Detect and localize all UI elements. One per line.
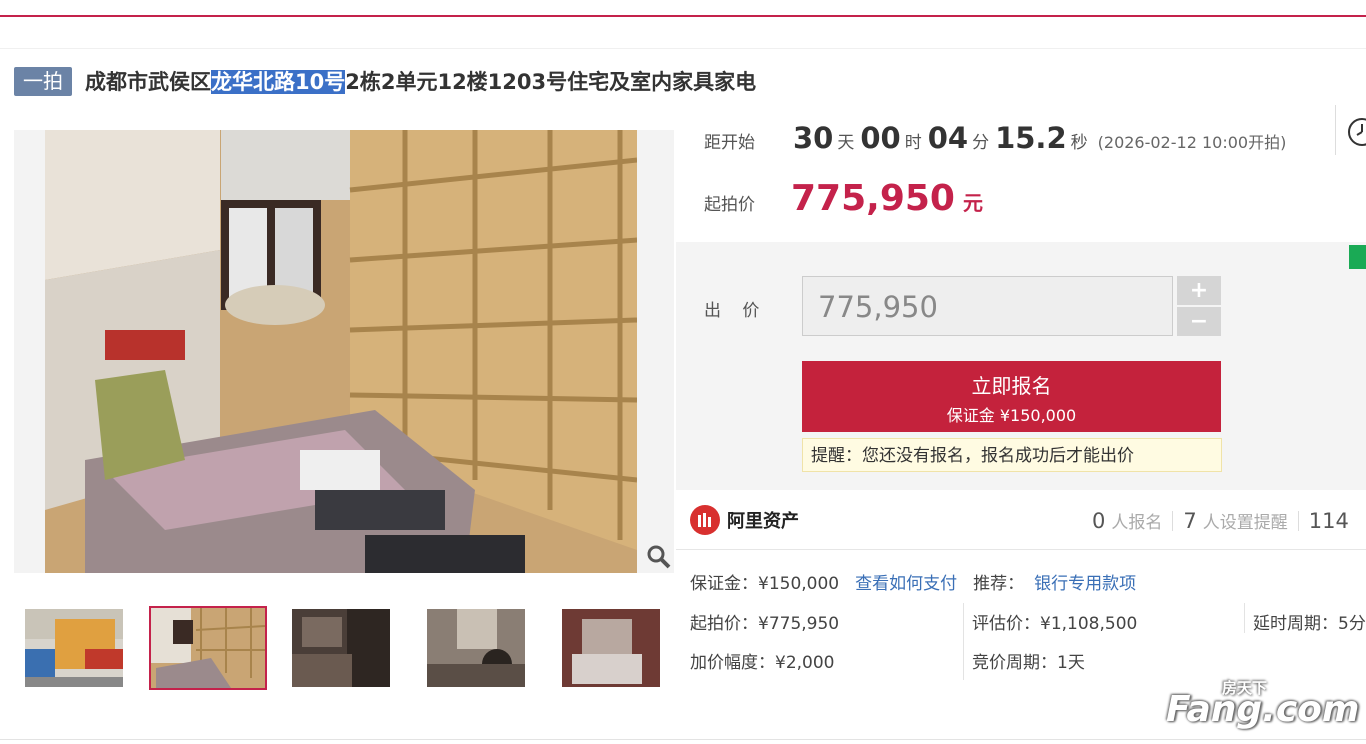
detail-bid-increment: 加价幅度：¥2,000 <box>690 653 835 673</box>
minutes-unit: 分 <box>972 133 990 153</box>
auction-round-badge: 一拍 <box>14 66 72 96</box>
fang-watermark: 房天下 Fang.com <box>1166 677 1359 735</box>
countdown-row: 距开始 30 天 00 时 04 分 15.2 秒 (2026-02-12 10… <box>704 121 1286 161</box>
title-prefix: 成都市武侯区 <box>85 70 211 94</box>
platform-name: 阿里资产 <box>727 511 799 532</box>
thumbnail-2-selected[interactable] <box>149 606 267 690</box>
title-suffix: 2栋2单元12楼1203号住宅及室内家具家电 <box>345 70 757 94</box>
bid-amount-input[interactable]: 775,950 <box>802 276 1173 336</box>
bank-account-link[interactable]: 银行专用款项 <box>1034 574 1136 594</box>
listing-title-bar: 一拍 成都市武侯区龙华北路10号2栋2单元12楼1203号住宅及室内家具家电 <box>14 64 756 98</box>
countdown-seconds: 15.2 <box>995 121 1067 155</box>
start-price-value: 775,950 <box>791 178 955 219</box>
street-photo-thumb <box>25 609 123 687</box>
registration-reminder: 提醒：您还没有报名，报名成功后才能出价 <box>802 438 1222 472</box>
room-photo-thumb <box>151 608 265 688</box>
auction-stats: 0 人报名 7 人设置提醒 114 <box>1092 508 1349 533</box>
deposit-text: 保证金：¥150,000 <box>690 574 840 594</box>
countdown-days: 30 <box>793 121 834 155</box>
start-price-label: 起拍价 <box>704 195 755 215</box>
detail-appraisal-price: 评估价：¥1,108,500 <box>972 614 1138 634</box>
bedroom-photo-thumb <box>427 609 525 687</box>
bid-label: 出 价 <box>704 301 768 321</box>
clock-icon[interactable] <box>1346 115 1366 149</box>
register-button-label: 立即报名 <box>971 374 1052 398</box>
platform-brand[interactable]: 阿里资产 <box>690 505 799 535</box>
stats-divider-line <box>676 549 1366 550</box>
deposit-info: 保证金：¥150,000 查看如何支付 推荐： 银行专用款项 <box>690 569 1136 594</box>
green-side-tag[interactable] <box>1349 245 1366 269</box>
detail-start-price: 起拍价：¥775,950 <box>690 614 840 634</box>
listing-title: 成都市武侯区龙华北路10号2栋2单元12楼1203号住宅及室内家具家电 <box>85 66 756 96</box>
clock-divider <box>1335 105 1366 155</box>
detail-delay-period: 延时周期：5分 <box>1253 614 1366 634</box>
zoom-icon[interactable] <box>645 543 673 571</box>
room-photo <box>45 130 637 573</box>
registered-count: 0 <box>1092 509 1106 533</box>
start-price-unit: 元 <box>962 191 983 215</box>
reminder-label: 人设置提醒 <box>1202 513 1288 533</box>
countdown-minutes: 04 <box>927 121 969 155</box>
watermark-logo-text: Fang.com <box>1166 689 1360 730</box>
thumbnail-1[interactable] <box>25 609 123 687</box>
seconds-unit: 秒 <box>1070 133 1088 153</box>
stats-divider <box>1172 510 1174 531</box>
hours-unit: 时 <box>904 133 922 153</box>
stats-divider <box>1297 510 1299 531</box>
recommend-label: 推荐： <box>973 574 1025 594</box>
room2-photo-thumb <box>562 609 660 687</box>
kitchen-photo-thumb <box>292 609 390 687</box>
main-photo-viewer[interactable] <box>14 130 674 573</box>
registered-label: 人报名 <box>1111 513 1163 533</box>
thumbnail-3[interactable] <box>292 609 390 687</box>
ali-logo-mark <box>698 513 711 527</box>
detail-column-divider <box>963 603 964 680</box>
detail-bidding-cycle: 竞价周期：1天 <box>972 653 1085 673</box>
reminder-count: 7 <box>1183 509 1197 533</box>
register-now-button[interactable]: 立即报名 保证金 ¥150,000 <box>802 361 1221 432</box>
countdown-label: 距开始 <box>704 133 755 153</box>
detail-column-divider <box>1244 603 1245 633</box>
auction-start-time: (2026-02-12 10:00开拍) <box>1097 133 1287 152</box>
start-price-row: 起拍价 775,950 元 <box>704 178 983 219</box>
countdown-hours: 00 <box>860 121 901 155</box>
register-button-deposit: 保证金 ¥150,000 <box>946 406 1077 425</box>
days-unit: 天 <box>837 133 855 153</box>
thumbnail-4[interactable] <box>427 609 525 687</box>
decrease-bid-button[interactable]: − <box>1177 307 1221 336</box>
how-to-pay-link[interactable]: 查看如何支付 <box>855 574 957 594</box>
increase-bid-button[interactable]: + <box>1177 276 1221 305</box>
top-accent-line <box>0 15 1366 17</box>
bottom-divider <box>0 739 1366 740</box>
views-count: 114 <box>1308 509 1349 533</box>
ali-assets-logo-icon <box>690 505 720 535</box>
header-divider <box>0 48 1366 49</box>
thumbnail-5[interactable] <box>562 609 660 687</box>
title-highlighted-text: 龙华北路10号 <box>211 70 346 94</box>
